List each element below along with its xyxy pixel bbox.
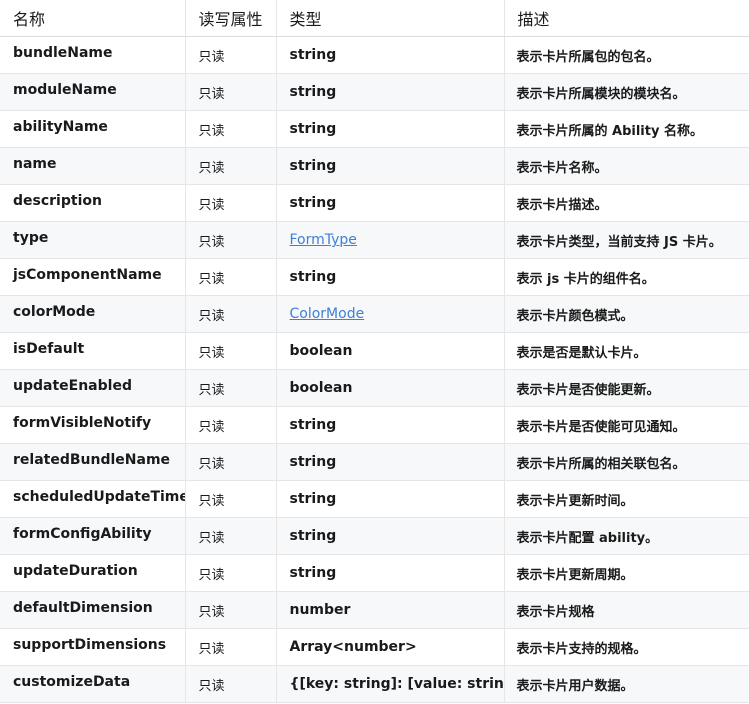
property-readwrite: 只读 [184, 258, 276, 296]
header-type: 类型 [275, 0, 504, 37]
property-type: string [275, 554, 504, 592]
type-link[interactable]: ColorMode [290, 306, 365, 322]
type-link[interactable]: FormType [290, 232, 357, 248]
property-readwrite: 只读 [184, 332, 276, 370]
property-description: 表示卡片更新周期。 [503, 554, 749, 592]
property-type: Array<number> [275, 628, 504, 666]
property-description: 表示卡片所属包的包名。 [503, 36, 749, 74]
table-row: isDefault 只读 boolean 表示是否是默认卡片。 [0, 332, 749, 370]
property-name: updateEnabled [0, 369, 185, 407]
table-header-row: 名称 读写属性 类型 描述 [0, 0, 749, 37]
property-name: formVisibleNotify [0, 406, 185, 444]
table-row: formConfigAbility 只读 string 表示卡片配置 ability。 [0, 517, 749, 555]
table-row: moduleName 只读 string 表示卡片所属模块的模块名。 [0, 73, 749, 111]
property-name: name [0, 147, 185, 185]
property-type: string [275, 258, 504, 296]
property-readwrite: 只读 [184, 554, 276, 592]
table-row: updateEnabled 只读 boolean 表示卡片是否使能更新。 [0, 369, 749, 407]
table-row: colorMode 只读 ColorMode 表示卡片颜色模式。 [0, 295, 749, 333]
property-readwrite: 只读 [184, 110, 276, 148]
property-name: supportDimensions [0, 628, 185, 666]
property-readwrite: 只读 [184, 480, 276, 518]
property-description: 表示卡片颜色模式。 [503, 295, 749, 333]
property-description: 表示卡片用户数据。 [503, 665, 749, 703]
property-readwrite: 只读 [184, 221, 276, 259]
property-readwrite: 只读 [184, 517, 276, 555]
property-description: 表示卡片类型，当前支持 JS 卡片。 [503, 221, 749, 259]
property-name: colorMode [0, 295, 185, 333]
property-readwrite: 只读 [184, 406, 276, 444]
property-description: 表示卡片所属的相关联包名。 [503, 443, 749, 481]
table-row: description 只读 string 表示卡片描述。 [0, 184, 749, 222]
table-row: updateDuration 只读 string 表示卡片更新周期。 [0, 554, 749, 592]
property-description: 表示卡片配置 ability。 [503, 517, 749, 555]
property-name: relatedBundleName [0, 443, 185, 481]
table-row: supportDimensions 只读 Array<number> 表示卡片支持的规… [0, 628, 749, 666]
property-type: string [275, 110, 504, 148]
table-row: scheduledUpdateTime 只读 string 表示卡片更新时间。 [0, 480, 749, 518]
property-readwrite: 只读 [184, 665, 276, 703]
property-description: 表示卡片是否使能可见通知。 [503, 406, 749, 444]
form-info-table: 名称 读写属性 类型 描述 bundleName 只读 string 表示卡片所属包的… [0, 0, 749, 703]
property-description: 表示卡片所属模块的模块名。 [503, 73, 749, 111]
property-type: string [275, 184, 504, 222]
property-name: isDefault [0, 332, 185, 370]
property-readwrite: 只读 [184, 184, 276, 222]
property-readwrite: 只读 [184, 369, 276, 407]
property-type: boolean [275, 332, 504, 370]
table-body: bundleName 只读 string 表示卡片所属包的包名。 moduleName 只… [0, 36, 749, 703]
property-type: ColorMode [275, 295, 504, 333]
property-type: {[key: string]: [value: string]} [275, 665, 504, 703]
property-type: boolean [275, 369, 504, 407]
property-description: 表示 js 卡片的组件名。 [503, 258, 749, 296]
property-readwrite: 只读 [184, 628, 276, 666]
property-description: 表示卡片支持的规格。 [503, 628, 749, 666]
property-name: description [0, 184, 185, 222]
property-type: string [275, 443, 504, 481]
property-description: 表示卡片名称。 [503, 147, 749, 185]
property-type: string [275, 406, 504, 444]
property-description: 表示卡片所属的 Ability 名称。 [503, 110, 749, 148]
property-name: moduleName [0, 73, 185, 111]
table-row: defaultDimension 只读 number 表示卡片规格 [0, 591, 749, 629]
property-readwrite: 只读 [184, 443, 276, 481]
property-name: formConfigAbility [0, 517, 185, 555]
property-name: scheduledUpdateTime [0, 480, 185, 518]
property-description: 表示卡片更新时间。 [503, 480, 749, 518]
header-description: 描述 [503, 0, 749, 37]
property-readwrite: 只读 [184, 295, 276, 333]
table-row: relatedBundleName 只读 string 表示卡片所属的相关联包名。 [0, 443, 749, 481]
table-row: abilityName 只读 string 表示卡片所属的 Ability 名称。 [0, 110, 749, 148]
header-name: 名称 [0, 0, 185, 37]
property-name: bundleName [0, 36, 185, 74]
property-type: string [275, 517, 504, 555]
property-type: FormType [275, 221, 504, 259]
property-type: string [275, 36, 504, 74]
property-type: string [275, 480, 504, 518]
table-row: type 只读 FormType 表示卡片类型，当前支持 JS 卡片。 [0, 221, 749, 259]
property-description: 表示卡片规格 [503, 591, 749, 629]
property-readwrite: 只读 [184, 73, 276, 111]
property-type: number [275, 591, 504, 629]
property-name: updateDuration [0, 554, 185, 592]
property-readwrite: 只读 [184, 36, 276, 74]
header-rw: 读写属性 [184, 0, 276, 37]
property-description: 表示卡片是否使能更新。 [503, 369, 749, 407]
property-readwrite: 只读 [184, 147, 276, 185]
table-row: customizeData 只读 {[key: string]: [value: s… [0, 665, 749, 703]
property-name: abilityName [0, 110, 185, 148]
table-row: name 只读 string 表示卡片名称。 [0, 147, 749, 185]
property-name: jsComponentName [0, 258, 185, 296]
property-name: customizeData [0, 665, 185, 703]
table-row: formVisibleNotify 只读 string 表示卡片是否使能可见通知。 [0, 406, 749, 444]
property-type: string [275, 73, 504, 111]
property-name: defaultDimension [0, 591, 185, 629]
property-name: type [0, 221, 185, 259]
property-description: 表示是否是默认卡片。 [503, 332, 749, 370]
property-readwrite: 只读 [184, 591, 276, 629]
table-row: jsComponentName 只读 string 表示 js 卡片的组件名。 [0, 258, 749, 296]
table-row: bundleName 只读 string 表示卡片所属包的包名。 [0, 36, 749, 74]
property-description: 表示卡片描述。 [503, 184, 749, 222]
property-type: string [275, 147, 504, 185]
